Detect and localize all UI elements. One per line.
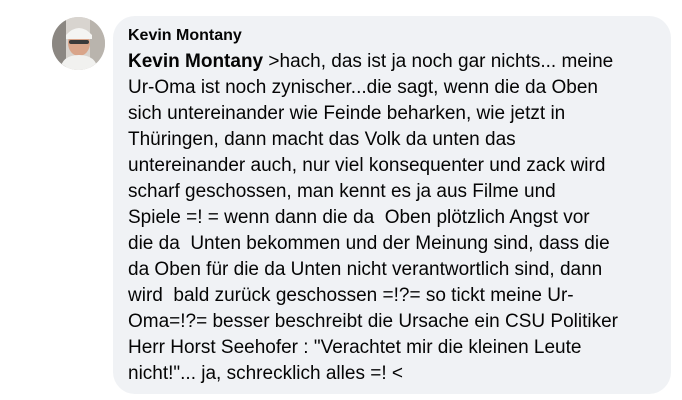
comment-line: sich untereinander wie Feinde beharken, …	[128, 103, 566, 124]
comment-line: wird bald zurück geschossen =!?= so tick…	[128, 285, 574, 306]
comment-line: untereinander auch, nur viel konsequente…	[128, 155, 606, 176]
comment-line: die da Unten bekommen und der Meinung si…	[128, 233, 610, 254]
comment-line: Oma=!?= besser beschreibt die Ursache ei…	[128, 311, 619, 332]
comment-line-text: >hach, das ist ja noch gar nichts... mei…	[263, 51, 614, 72]
comment-line: Ur-Oma ist noch zynischer...die sagt, we…	[128, 77, 598, 98]
comment-line: Herr Horst Seehofer : "Verachtet mir die…	[128, 337, 582, 358]
profile-photo-icon	[52, 17, 105, 70]
mention-tag[interactable]: Kevin Montany	[128, 51, 263, 72]
comment-line: nicht!"... ja, schrecklich alles =! <	[128, 363, 403, 384]
comment-line: da Oben für die da Unten nicht verantwor…	[128, 259, 603, 280]
comment-line: Kevin Montany >hach, das ist ja noch gar…	[128, 49, 657, 75]
comment-bubble: Kevin Montany Kevin Montany >hach, das i…	[113, 16, 671, 394]
comment-body: Kevin Montany >hach, das ist ja noch gar…	[128, 49, 657, 387]
comment-line: Thüringen, dann macht das Volk da unten …	[128, 129, 516, 150]
comment-line: Spiele =! = wenn dann die da Oben plötzl…	[128, 207, 590, 228]
comment-line: scharf geschossen, man kennt es ja aus F…	[128, 181, 556, 202]
avatar[interactable]	[52, 17, 105, 70]
comment-thread: Kevin Montany Kevin Montany >hach, das i…	[0, 0, 682, 400]
comment-author-name[interactable]: Kevin Montany	[128, 26, 657, 46]
